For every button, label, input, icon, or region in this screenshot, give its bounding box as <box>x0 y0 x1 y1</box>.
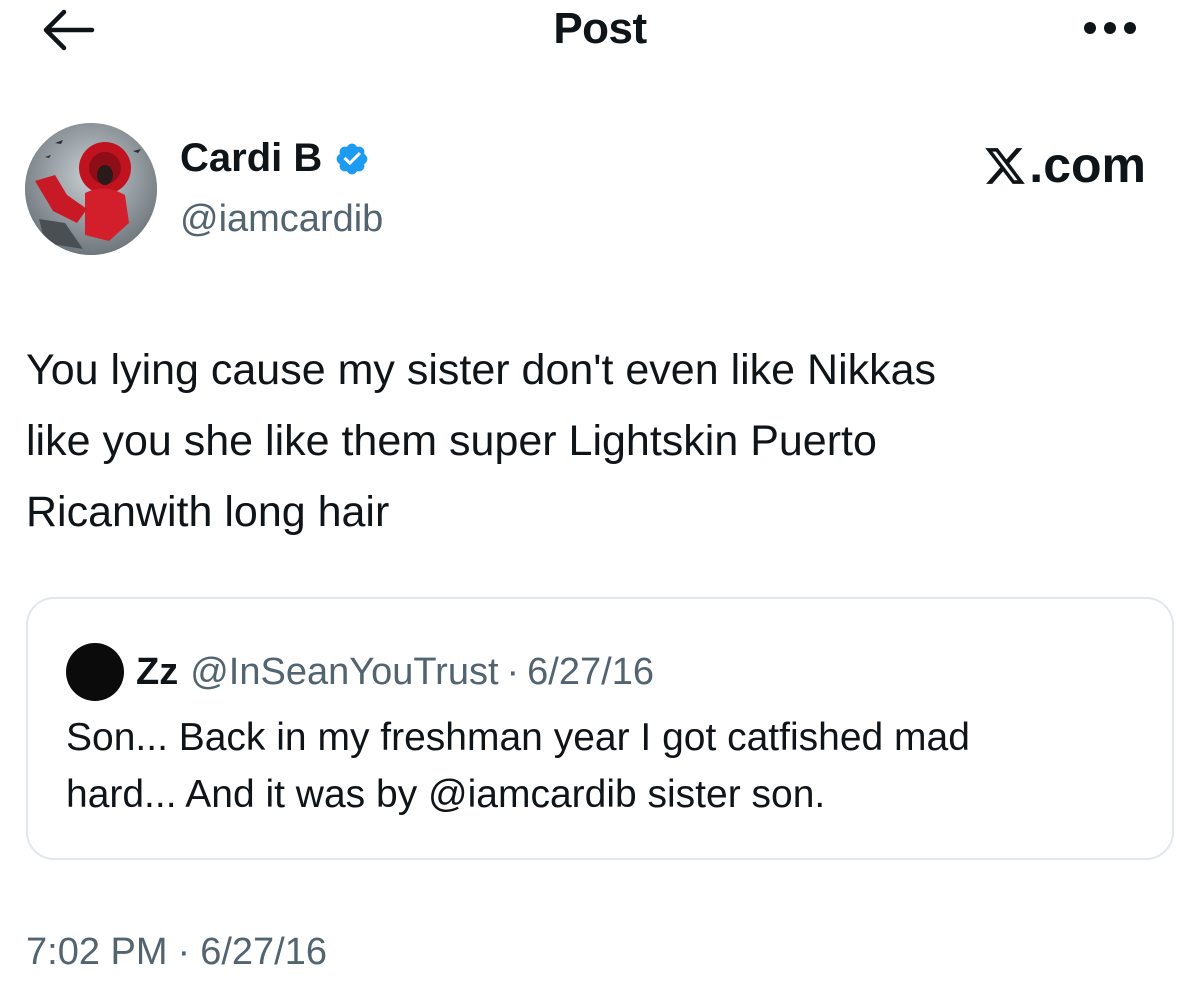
post-text-line: Ricanwith long hair <box>26 488 390 536</box>
quoted-post[interactable]: Zz @InSeanYouTrust · 6/27/16 Son... Back… <box>26 597 1174 860</box>
author-avatar[interactable] <box>25 123 157 255</box>
post-text: You lying cause my sister don't even lik… <box>26 335 1176 548</box>
page-title: Post <box>553 4 647 53</box>
avatar-image <box>25 123 157 255</box>
post-text-line: You lying cause my sister don't even lik… <box>26 346 937 394</box>
x-logo-icon <box>985 148 1026 184</box>
more-options-button[interactable] <box>1080 18 1140 38</box>
post-text-line: like you she like them super Lightskin P… <box>26 417 877 465</box>
author-name-text: Cardi B <box>180 136 323 180</box>
quoted-author-handle: @InSeanYouTrust <box>190 650 499 693</box>
quoted-date: 6/27/16 <box>527 650 654 693</box>
x-com-watermark: .com <box>983 136 1146 194</box>
quoted-post-header: Zz @InSeanYouTrust · 6/27/16 <box>66 643 654 701</box>
quoted-text-line: hard... And it was by @iamcardib sister … <box>66 773 826 816</box>
quoted-author-name: Zz <box>136 650 179 693</box>
post-screen: Post Cardi B @iamcardib .com You lying c… <box>0 0 1200 1008</box>
quoted-separator: · <box>506 650 520 693</box>
site-label: .com <box>1029 137 1146 193</box>
author-name[interactable]: Cardi B <box>180 136 370 181</box>
more-horizontal-icon <box>1084 22 1136 34</box>
author-handle[interactable]: @iamcardib <box>180 198 383 241</box>
quoted-author-avatar <box>66 643 124 701</box>
timestamp-separator: · <box>177 931 191 973</box>
quoted-post-text: Son... Back in my freshman year I got ca… <box>66 709 1146 823</box>
post-timestamp[interactable]: 7:02 PM · 6/27/16 <box>26 931 327 974</box>
top-bar: Post <box>0 0 1200 60</box>
post-date: 6/27/16 <box>200 931 327 973</box>
quoted-text-line: Son... Back in my freshman year I got ca… <box>66 716 970 759</box>
post-time: 7:02 PM <box>26 931 168 973</box>
verified-badge-icon <box>336 143 368 174</box>
